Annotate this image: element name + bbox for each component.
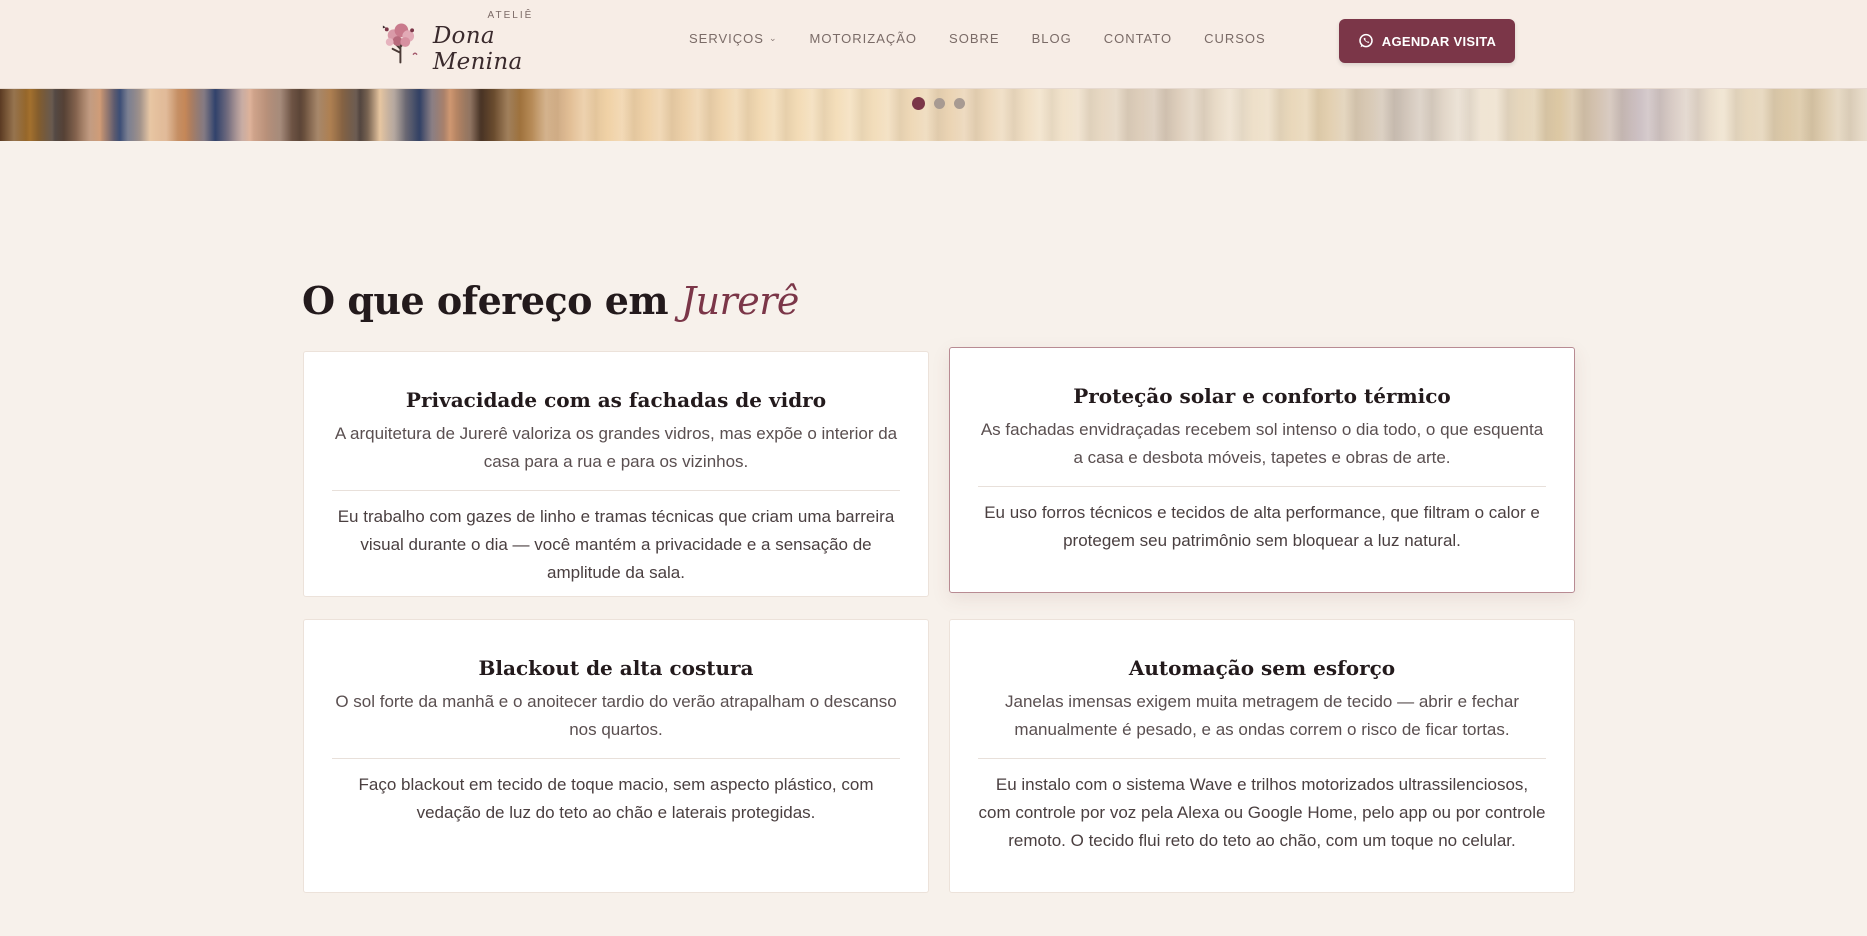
carousel-dot-2[interactable] <box>934 98 945 109</box>
feature-card-automation: Automação sem esforço Janelas imensas ex… <box>949 619 1575 893</box>
chevron-down-icon: ⌄ <box>768 33 778 43</box>
brand-text: ATELIÊ Dona Menina <box>433 10 588 75</box>
card-lead: O sol forte da manhã e o anoitecer tardi… <box>335 692 897 739</box>
nav-item-label: MOTORIZAÇÃO <box>809 31 918 46</box>
main-nav: SERVIÇOS ⌄ MOTORIZAÇÃO SOBRE BLOG CONTAT… <box>689 31 1266 46</box>
feature-card-blackout: Blackout de alta costura O sol forte da … <box>303 619 929 893</box>
nav-item-sobre[interactable]: SOBRE <box>949 31 1000 46</box>
nav-item-label: CURSOS <box>1204 31 1266 46</box>
page: ATELIÊ Dona Menina SERVIÇOS ⌄ MOTORIZAÇÃ… <box>0 0 1867 936</box>
nav-item-cursos[interactable]: CURSOS <box>1204 31 1266 46</box>
feature-card-solar: Proteção solar e conforto térmico As fac… <box>949 347 1575 593</box>
nav-item-label: BLOG <box>1031 31 1072 46</box>
card-body: Eu uso forros técnicos e tecidos de alta… <box>984 503 1540 550</box>
card-title: Blackout de alta costura <box>478 656 754 680</box>
card-body: Eu instalo com o sistema Wave e trilhos … <box>978 775 1546 850</box>
nav-item-contato[interactable]: CONTATO <box>1104 31 1172 46</box>
card-body: Eu trabalho com gazes de linho e tramas … <box>337 507 895 582</box>
nav-item-label: SOBRE <box>949 31 1000 46</box>
tree-logo-icon <box>382 23 418 64</box>
card-lead: As fachadas envidraçadas recebem sol int… <box>980 420 1544 467</box>
nav-item-label: SERVIÇOS <box>689 31 764 46</box>
brand-subtitle: ATELIÊ <box>487 9 534 21</box>
schedule-visit-label: AGENDAR VISITA <box>1381 33 1497 49</box>
nav-item-motorizacao[interactable]: MOTORIZAÇÃO <box>810 31 918 46</box>
site-header: ATELIÊ Dona Menina SERVIÇOS ⌄ MOTORIZAÇÃ… <box>0 0 1867 89</box>
card-title: Automação sem esforço <box>1128 656 1396 680</box>
nav-item-label: CONTATO <box>1103 31 1173 46</box>
nav-item-blog[interactable]: BLOG <box>1032 31 1072 46</box>
brand-logo[interactable]: ATELIÊ Dona Menina <box>378 10 588 75</box>
card-title: Privacidade com as fachadas de vidro <box>405 388 827 412</box>
section-title-accent: Jurerê <box>680 279 800 323</box>
brand-name: Dona Menina <box>432 22 523 75</box>
whatsapp-icon <box>1359 33 1373 48</box>
carousel-dot-1[interactable] <box>912 97 925 110</box>
nav-item-servicos[interactable]: SERVIÇOS ⌄ <box>689 31 778 46</box>
schedule-visit-button[interactable]: AGENDAR VISITA <box>1339 19 1515 63</box>
section-title: O que ofereço em Jurerê <box>302 278 799 323</box>
card-lead: Janelas imensas exigem muita metragem de… <box>1004 692 1519 739</box>
card-divider <box>332 490 900 491</box>
card-divider <box>332 758 900 759</box>
card-divider <box>978 486 1546 487</box>
section-title-prefix: O que ofereço em <box>302 278 681 323</box>
card-body: Faço blackout em tecido de toque macio, … <box>358 775 874 822</box>
carousel-dot-3[interactable] <box>954 98 965 109</box>
card-lead: A arquitetura de Jurerê valoriza os gran… <box>334 424 898 471</box>
carousel-pagination <box>912 97 965 110</box>
card-title: Proteção solar e conforto térmico <box>1073 384 1451 408</box>
feature-card-privacy: Privacidade com as fachadas de vidro A a… <box>303 351 929 597</box>
card-divider <box>978 758 1546 759</box>
